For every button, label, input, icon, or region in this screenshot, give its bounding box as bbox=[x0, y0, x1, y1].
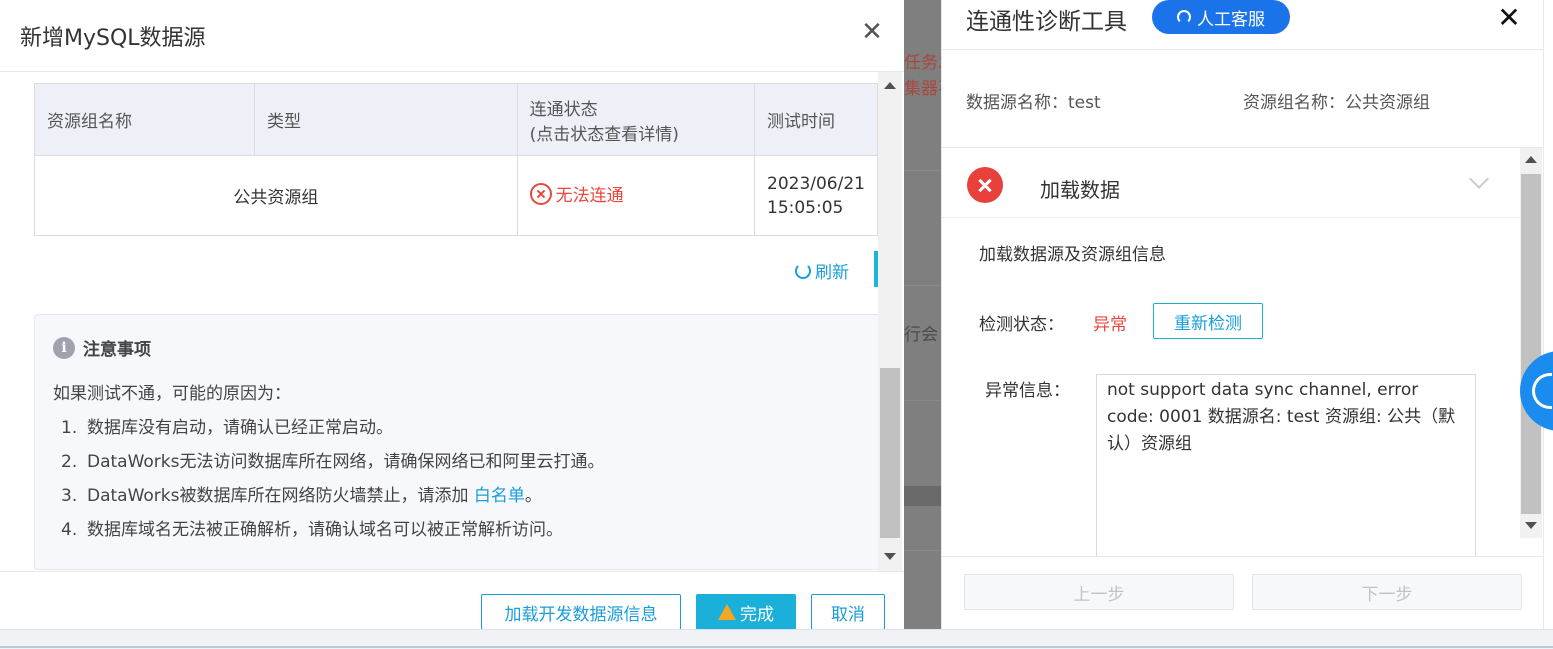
item-text: DataWorks被数据库所在网络防火墙禁止，请添加 bbox=[87, 486, 474, 506]
background-text: 行会 bbox=[904, 325, 938, 345]
test-time: 15:05:05 bbox=[767, 197, 844, 218]
header-resource-group: 资源组名称 bbox=[33, 83, 256, 156]
item-number: 2. bbox=[61, 452, 78, 472]
resource-group-label: 资源组名称： bbox=[1243, 93, 1345, 113]
cell-status[interactable]: 无法连通 bbox=[516, 155, 756, 236]
divider bbox=[904, 400, 942, 401]
modal-body: 资源组名称 类型 连通状态 (点击状态查看详情) 测试时间 公共资源组 无法连通… bbox=[0, 72, 878, 571]
scroll-up-icon[interactable] bbox=[1525, 156, 1537, 163]
drawer-header: 连通性诊断工具 人工客服 ✕ bbox=[942, 0, 1544, 50]
item-number: 4. bbox=[61, 520, 78, 540]
refresh-icon bbox=[795, 262, 811, 279]
cancel-button[interactable]: 取消 bbox=[811, 594, 885, 629]
info-icon: i bbox=[53, 336, 75, 359]
item-number: 1. bbox=[61, 418, 78, 438]
notice-item: 4. 数据库域名无法被正确解析，请确认域名可以被正常解析访问。 bbox=[61, 517, 605, 551]
table-row: 公共资源组 无法连通 2023/06/21 15:05:05 bbox=[34, 155, 878, 236]
bottom-bar bbox=[0, 629, 1553, 649]
background-overlay: 任务发 集器不 行会 bbox=[904, 0, 942, 629]
step-description: 加载数据源及资源组信息 bbox=[979, 245, 1166, 265]
header-type: 类型 bbox=[254, 83, 518, 156]
resource-group-value: 公共资源组 bbox=[1345, 93, 1430, 113]
item-text: DataWorks无法访问数据库所在网络，请确保网络已和阿里云打通。 bbox=[87, 452, 605, 472]
whitelist-link[interactable]: 白名单 bbox=[474, 486, 525, 506]
status-text[interactable]: 无法连通 bbox=[556, 181, 624, 206]
modal-scrollbar[interactable] bbox=[878, 72, 902, 571]
datasource-name: 数据源名称：test bbox=[966, 88, 1101, 113]
next-step-button[interactable]: 下一步 bbox=[1252, 574, 1522, 610]
item-number: 3. bbox=[61, 486, 78, 506]
divider bbox=[904, 170, 942, 171]
scroll-thumb[interactable] bbox=[880, 368, 900, 538]
error-info-box[interactable]: not support data sync channel, error cod… bbox=[1096, 374, 1476, 556]
test-date: 2023/06/21 bbox=[767, 173, 865, 194]
status-link[interactable]: 无法连通 bbox=[529, 181, 624, 206]
notice-item: 2. DataWorks无法访问数据库所在网络，请确保网络已和阿里云打通。 bbox=[61, 449, 605, 483]
item-text: 数据库没有启动，请确认已经正常启动。 bbox=[87, 418, 393, 438]
detect-status-label: 检测状态： bbox=[979, 315, 1064, 335]
detect-status-value: 异常 bbox=[1093, 315, 1127, 335]
modal-title: 新增MySQL数据源 bbox=[20, 26, 206, 51]
scroll-up-icon[interactable] bbox=[884, 82, 896, 89]
help-icon bbox=[1532, 373, 1552, 409]
header-status: 连通状态 (点击状态查看详情) bbox=[516, 83, 756, 156]
refresh-label[interactable]: 刷新 bbox=[815, 258, 849, 283]
modal-close-icon[interactable]: ✕ bbox=[858, 18, 886, 46]
headset-icon bbox=[1177, 10, 1191, 24]
header-test-time: 测试时间 bbox=[754, 83, 878, 156]
header-status-line2: (点击状态查看详情) bbox=[529, 124, 679, 145]
datasource-name-value: test bbox=[1068, 93, 1101, 113]
notice-intro: 如果测试不通，可能的原因为： bbox=[53, 384, 291, 404]
cell-resource-group: 公共资源组 bbox=[34, 155, 518, 236]
cell-test-time: 2023/06/21 15:05:05 bbox=[754, 155, 878, 236]
divider bbox=[0, 646, 1553, 648]
header-status-line1: 连通状态 bbox=[529, 99, 598, 120]
add-datasource-modal: 新增MySQL数据源 ✕ 资源组名称 类型 连通状态 (点击状态查看详情) 测试… bbox=[0, 0, 904, 629]
drawer-title: 连通性诊断工具 bbox=[966, 9, 1127, 35]
refresh-button[interactable]: 刷新 bbox=[795, 258, 849, 283]
step-panel: 加载数据 加载数据源及资源组信息 检测状态： 异常 重新检测 异常信息： not… bbox=[942, 148, 1520, 556]
redetect-button[interactable]: 重新检测 bbox=[1153, 303, 1263, 339]
step-title: 加载数据 bbox=[1040, 178, 1120, 202]
drawer-footer: 上一步 下一步 bbox=[942, 556, 1544, 629]
prev-step-button[interactable]: 上一步 bbox=[964, 574, 1234, 610]
done-button[interactable]: 完成 bbox=[696, 594, 796, 629]
resource-group-name: 资源组名称：公共资源组 bbox=[1243, 88, 1430, 113]
background-band bbox=[904, 486, 942, 506]
drawer-scrollbar[interactable] bbox=[1520, 148, 1542, 538]
datasource-name-label: 数据源名称： bbox=[966, 93, 1068, 113]
customer-service-label[interactable]: 人工客服 bbox=[1197, 5, 1265, 30]
background-text: 集器不 bbox=[904, 79, 942, 99]
scroll-down-icon[interactable] bbox=[1525, 522, 1537, 529]
resource-group-table: 资源组名称 类型 连通状态 (点击状态查看详情) 测试时间 公共资源组 无法连通… bbox=[33, 83, 878, 236]
divider bbox=[904, 550, 942, 551]
error-icon bbox=[967, 167, 1003, 203]
drawer-close-icon[interactable]: ✕ bbox=[1494, 2, 1524, 34]
step-header[interactable]: 加载数据 bbox=[942, 148, 1520, 218]
load-dev-datasource-button[interactable]: 加载开发数据源信息 bbox=[481, 594, 681, 629]
customer-service-button[interactable]: 人工客服 bbox=[1152, 0, 1290, 34]
modal-header: 新增MySQL数据源 ✕ bbox=[0, 0, 904, 72]
divider bbox=[904, 285, 942, 286]
error-info-label: 异常信息： bbox=[985, 381, 1070, 401]
notice-box: i 注意事项 如果测试不通，可能的原因为： 1. 数据库没有启动，请确认已经正常启… bbox=[34, 314, 878, 570]
item-text-end: 。 bbox=[524, 486, 542, 506]
notice-title-text: 注意事项 bbox=[83, 340, 151, 360]
notice-item: 3. DataWorks被数据库所在网络防火墙禁止，请添加 白名单。 bbox=[61, 483, 605, 517]
chevron-down-icon[interactable] bbox=[1469, 169, 1489, 189]
background-text: 任务发 bbox=[904, 53, 942, 73]
page-edge bbox=[1543, 0, 1553, 629]
modal-footer: 加载开发数据源信息 完成 取消 bbox=[0, 571, 904, 629]
connectivity-diagnosis-drawer: 连通性诊断工具 人工客服 ✕ 数据源名称：test 资源组名称：公共资源组 加载… bbox=[941, 0, 1544, 629]
item-text: 数据库域名无法被正确解析，请确认域名可以被正常解析访问。 bbox=[87, 520, 563, 540]
scroll-thumb[interactable] bbox=[1521, 174, 1541, 514]
scroll-down-icon[interactable] bbox=[884, 553, 896, 560]
notice-list: 1. 数据库没有启动，请确认已经正常启动。 2. DataWorks无法访问数据库所… bbox=[61, 415, 605, 551]
error-circle-icon bbox=[529, 182, 552, 205]
warning-icon bbox=[718, 604, 736, 620]
notice-title: i 注意事项 bbox=[53, 335, 151, 360]
notice-item: 1. 数据库没有启动，请确认已经正常启动。 bbox=[61, 415, 605, 449]
done-label[interactable]: 完成 bbox=[740, 600, 774, 625]
